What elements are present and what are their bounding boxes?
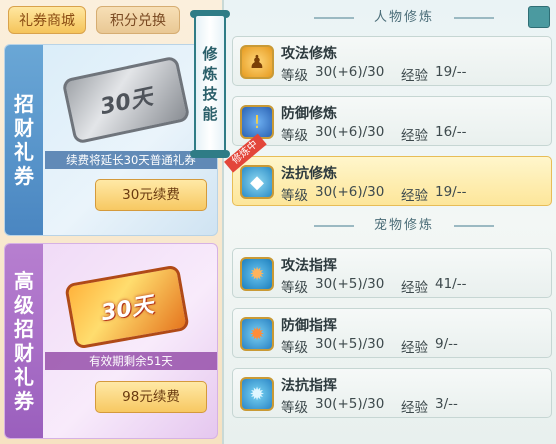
side-title-char: 礼 xyxy=(14,365,34,389)
level-value: 30(+5)/30 xyxy=(315,336,385,352)
exp-value: 3/-- xyxy=(435,396,458,412)
card-note: 有效期剩余51天 xyxy=(45,352,217,370)
skill-name: 法抗修炼 xyxy=(281,166,337,182)
skill-row[interactable]: ! 防御修炼 等级 30(+6)/30 经验 16/-- xyxy=(232,96,552,146)
tab-points-exchange[interactable]: 积分兑换 xyxy=(96,6,180,34)
paw-magic-icon: ✹ xyxy=(240,377,274,411)
skill-name: 攻法修炼 xyxy=(281,46,337,62)
coupon-card-basic: 招 财 礼 券 30天 续费将延长30天普通礼券 30元续费 xyxy=(4,44,218,236)
exp-value: 16/-- xyxy=(435,124,467,140)
level-label: 等级 xyxy=(281,400,308,416)
vertical-title-char: 炼 xyxy=(202,65,218,83)
level-label: 等级 xyxy=(281,340,308,356)
skill-name: 防御指挥 xyxy=(281,318,337,334)
tab-coupon-mall[interactable]: 礼券商城 xyxy=(8,6,86,34)
gold-ticket-icon: 30天 xyxy=(64,264,190,350)
exp-value: 19/-- xyxy=(435,64,467,80)
skill-row[interactable]: ✹ 防御指挥 等级 30(+5)/30 经验 9/-- xyxy=(232,308,552,358)
side-title-char: 券 xyxy=(14,164,34,188)
exp-value: 41/-- xyxy=(435,276,467,292)
exp-value: 9/-- xyxy=(435,336,458,352)
level-label: 等级 xyxy=(281,68,308,84)
exp-label: 经验 xyxy=(401,188,428,204)
skill-row[interactable]: ✹ 攻法指挥 等级 30(+5)/30 经验 41/-- xyxy=(232,248,552,298)
level-label: 等级 xyxy=(281,188,308,204)
level-value: 30(+5)/30 xyxy=(315,276,385,292)
exp-label: 经验 xyxy=(401,400,428,416)
level-label: 等级 xyxy=(281,128,308,144)
silver-ticket-icon: 30天 xyxy=(61,55,191,145)
scroll-cap-bottom xyxy=(190,150,230,158)
coupon-card-premium: 高 级 招 财 礼 券 30天 有效期剩余51天 98元续费 xyxy=(4,243,218,439)
vertical-title-char: 技 xyxy=(202,85,218,103)
skill-row-selected[interactable]: ◆ 修炼中 法抗修炼 等级 30(+6)/30 经验 19/-- xyxy=(224,133,552,206)
section-title-character: 人物修炼 xyxy=(314,8,494,28)
exp-label: 经验 xyxy=(401,280,428,296)
paw-shield-icon: ✹ xyxy=(240,317,274,351)
exp-label: 经验 xyxy=(401,68,428,84)
side-title-char: 财 xyxy=(14,116,34,140)
card-side-title: 高 级 招 财 礼 券 xyxy=(5,244,43,438)
exp-value: 19/-- xyxy=(435,184,467,200)
side-title-char: 招 xyxy=(14,92,34,116)
renew-30-button[interactable]: 30元续费 xyxy=(95,179,207,211)
section-title-pet: 宠物修炼 xyxy=(314,216,494,236)
level-value: 30(+6)/30 xyxy=(315,64,385,80)
level-label: 等级 xyxy=(281,280,308,296)
card-side-title: 招 财 礼 券 xyxy=(5,45,43,235)
level-value: 30(+5)/30 xyxy=(315,396,385,412)
side-title-char: 券 xyxy=(14,389,34,413)
exp-label: 经验 xyxy=(401,128,428,144)
vertical-title-scroll: 修 炼 技 能 xyxy=(194,14,226,154)
notebook-icon[interactable] xyxy=(528,6,550,28)
side-title-char: 财 xyxy=(14,341,34,365)
skill-name: 法抗指挥 xyxy=(281,378,337,394)
renew-98-button[interactable]: 98元续费 xyxy=(95,381,207,413)
level-value: 30(+6)/30 xyxy=(315,184,385,200)
magic-resist-icon: ◆ xyxy=(240,165,274,199)
skills-panel: 人物修炼 ♟ 攻法修炼 等级 30(+6)/30 经验 19/-- ! 防御修炼… xyxy=(222,0,556,444)
exp-label: 经验 xyxy=(401,340,428,356)
skill-name: 防御修炼 xyxy=(281,106,337,122)
meditating-figure-icon: ♟ xyxy=(240,45,274,79)
side-title-char: 级 xyxy=(14,293,34,317)
paw-attack-icon: ✹ xyxy=(240,257,274,291)
skill-name: 攻法指挥 xyxy=(281,258,337,274)
side-title-char: 招 xyxy=(14,317,34,341)
vertical-title-char: 能 xyxy=(202,105,218,123)
side-title-char: 高 xyxy=(14,269,34,293)
level-value: 30(+6)/30 xyxy=(315,124,385,140)
vertical-title-char: 修 xyxy=(202,45,218,63)
skill-row[interactable]: ♟ 攻法修炼 等级 30(+6)/30 经验 19/-- xyxy=(232,36,552,86)
shop-panel: 礼券商城 积分兑换 招 财 礼 券 30天 续费将延长30天普通礼券 30元续费… xyxy=(0,0,222,444)
side-title-char: 礼 xyxy=(14,140,34,164)
skill-row[interactable]: ✹ 法抗指挥 等级 30(+5)/30 经验 3/-- xyxy=(232,368,552,418)
